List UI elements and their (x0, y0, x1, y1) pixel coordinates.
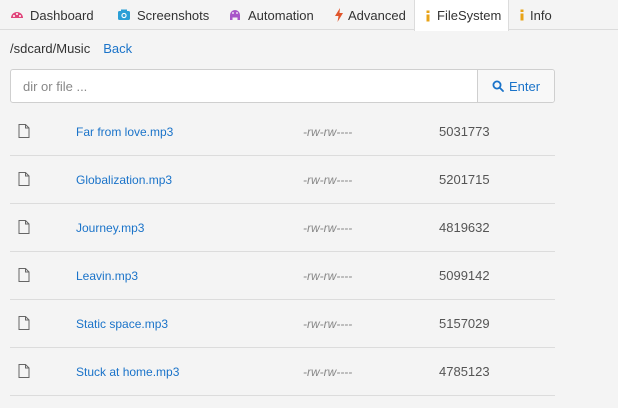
file-size: 5031773 (439, 124, 490, 139)
tab-screenshots[interactable]: Screenshots (107, 0, 218, 30)
file-size: 5099142 (439, 268, 490, 283)
tab-dashboard[interactable]: Dashboard (0, 0, 107, 30)
file-permissions: -rw-rw---- (303, 365, 353, 379)
file-name-link[interactable]: Static space.mp3 (76, 317, 168, 331)
tab-info[interactable]: Info (509, 0, 569, 30)
file-permissions: -rw-rw---- (303, 125, 353, 139)
search-icon (492, 80, 504, 92)
file-size: 4785123 (439, 364, 490, 379)
tab-label: Dashboard (30, 7, 94, 23)
tab-label: Screenshots (137, 7, 210, 23)
enter-label: Enter (508, 78, 541, 94)
file-list: Far from love.mp3 -rw-rw---- 5031773 Glo… (10, 108, 555, 396)
file-name-link[interactable]: Globalization.mp3 (76, 173, 172, 187)
file-size: 5201715 (439, 172, 490, 187)
file-row: Stuck at home.mp3 -rw-rw---- 4785123 (10, 348, 555, 396)
file-row: Far from love.mp3 -rw-rw---- 5031773 (10, 108, 555, 156)
path-bar: /sdcard/Music Back (10, 38, 132, 58)
file-icon (18, 268, 30, 285)
current-path: /sdcard/Music (10, 40, 91, 56)
bolt-icon (335, 8, 343, 22)
tab-bar: Dashboard Screenshots Automation Advance… (0, 0, 618, 31)
info-icon (425, 9, 431, 23)
path-input[interactable] (11, 70, 477, 102)
file-permissions: -rw-rw---- (303, 317, 353, 331)
tab-label: Automation (248, 7, 314, 23)
file-icon (18, 124, 30, 141)
dashboard-icon (10, 8, 24, 22)
file-permissions: -rw-rw---- (303, 269, 353, 283)
file-permissions: -rw-rw---- (303, 221, 353, 235)
file-name-link[interactable]: Stuck at home.mp3 (76, 365, 179, 379)
file-name-link[interactable]: Far from love.mp3 (76, 125, 173, 139)
file-row: Leavin.mp3 -rw-rw---- 5099142 (10, 252, 555, 300)
tab-filesystem[interactable]: FileSystem (414, 0, 509, 31)
enter-button[interactable]: Enter (477, 70, 554, 102)
file-icon (18, 316, 30, 333)
tab-label: Info (530, 7, 552, 23)
file-name-link[interactable]: Journey.mp3 (76, 221, 144, 235)
tab-advanced[interactable]: Advanced (325, 0, 414, 30)
path-search: Enter (10, 69, 555, 103)
tab-label: Advanced (348, 7, 406, 23)
file-name-link[interactable]: Leavin.mp3 (76, 269, 138, 283)
file-icon (18, 364, 30, 381)
file-row: Journey.mp3 -rw-rw---- 4819632 (10, 204, 555, 252)
back-link[interactable]: Back (103, 41, 132, 56)
file-icon (18, 220, 30, 237)
camera-icon (117, 8, 131, 22)
file-size: 5157029 (439, 316, 490, 331)
tab-automation[interactable]: Automation (218, 0, 325, 30)
file-row: Globalization.mp3 -rw-rw---- 5201715 (10, 156, 555, 204)
android-icon (228, 8, 242, 22)
file-size: 4819632 (439, 220, 490, 235)
file-icon (18, 172, 30, 189)
tab-label: FileSystem (437, 8, 502, 23)
file-row: Static space.mp3 -rw-rw---- 5157029 (10, 300, 555, 348)
file-permissions: -rw-rw---- (303, 173, 353, 187)
info-icon (519, 8, 525, 22)
